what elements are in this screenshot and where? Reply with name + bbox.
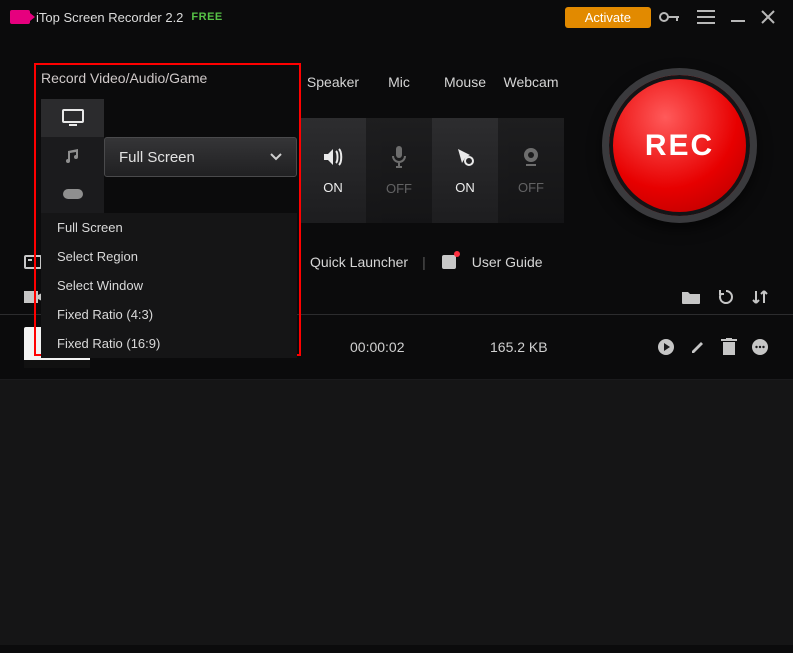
user-guide-link[interactable]: User Guide xyxy=(472,254,543,270)
toggle-mic-button[interactable]: OFF xyxy=(366,118,432,223)
option-select-region[interactable]: Select Region xyxy=(41,242,297,271)
monitor-icon xyxy=(62,109,84,127)
cursor-icon xyxy=(454,146,476,168)
record-button[interactable]: REC xyxy=(602,68,757,223)
notification-dot-icon xyxy=(454,251,460,257)
toggle-mouse: Mouse ON xyxy=(432,74,498,223)
mic-icon xyxy=(390,145,408,169)
option-select-window[interactable]: Select Window xyxy=(41,271,297,300)
title-bar: iTop Screen Recorder 2.2 FREE Activate xyxy=(0,0,793,34)
option-fixed-16-9[interactable]: Fixed Ratio (16:9) xyxy=(41,329,297,358)
capture-mode-value: Full Screen xyxy=(119,149,195,166)
toggle-webcam-state: OFF xyxy=(518,180,544,195)
option-full-screen[interactable]: Full Screen xyxy=(41,213,297,242)
music-note-icon xyxy=(64,147,82,165)
toggle-mic: Mic OFF xyxy=(366,74,432,223)
toggle-mic-state: OFF xyxy=(386,181,412,196)
divider: | xyxy=(422,254,426,270)
app-logo xyxy=(10,10,30,24)
controls-row: Speaker ON Mic OFF Mouse ON Webcam OFF R… xyxy=(0,34,793,223)
user-guide-icon xyxy=(440,253,458,271)
tab-game[interactable] xyxy=(41,175,104,213)
delete-button[interactable] xyxy=(721,338,737,356)
free-badge: FREE xyxy=(191,11,222,23)
tools-icon[interactable] xyxy=(24,253,42,271)
toggle-mouse-button[interactable]: ON xyxy=(432,118,498,223)
toggle-webcam-button[interactable]: OFF xyxy=(498,118,564,223)
capture-mode-select[interactable]: Full Screen xyxy=(104,137,297,177)
recording-size: 165.2 KB xyxy=(490,339,630,355)
volume-icon xyxy=(321,146,345,168)
source-tabs xyxy=(41,99,104,213)
camera-icon xyxy=(10,10,30,24)
capture-mode-dropdown: Full Screen Select Region Select Window … xyxy=(41,213,297,358)
tab-audio[interactable] xyxy=(41,137,104,175)
recording-duration: 00:00:02 xyxy=(350,339,490,355)
quick-launcher-link[interactable]: Quick Launcher xyxy=(310,254,408,270)
minimize-button[interactable] xyxy=(723,6,753,28)
toggle-webcam: Webcam OFF xyxy=(498,74,564,223)
toggle-speaker-state: ON xyxy=(323,180,343,195)
menu-icon[interactable] xyxy=(689,6,723,28)
open-folder-button[interactable] xyxy=(681,288,701,306)
webcam-icon xyxy=(520,146,542,168)
sort-button[interactable] xyxy=(751,288,769,306)
close-button[interactable] xyxy=(753,6,783,28)
option-fixed-4-3[interactable]: Fixed Ratio (4:3) xyxy=(41,300,297,329)
app-title: iTop Screen Recorder 2.2 xyxy=(36,10,183,25)
toggle-speaker-label: Speaker xyxy=(300,74,366,98)
panel-title: Record Video/Audio/Game xyxy=(41,70,207,86)
refresh-button[interactable] xyxy=(717,288,735,306)
gamepad-icon xyxy=(62,187,84,201)
key-icon[interactable] xyxy=(651,6,689,28)
toggle-speaker-button[interactable]: ON xyxy=(300,118,366,223)
toggle-webcam-label: Webcam xyxy=(498,74,564,98)
empty-area xyxy=(0,380,793,645)
activate-button[interactable]: Activate xyxy=(565,7,651,28)
play-button[interactable] xyxy=(657,338,675,356)
more-button[interactable] xyxy=(751,338,769,356)
toggle-mic-label: Mic xyxy=(366,74,432,98)
toggle-mouse-label: Mouse xyxy=(432,74,498,98)
tab-screen[interactable] xyxy=(41,99,104,137)
toggle-speaker: Speaker ON xyxy=(300,74,366,223)
toggle-mouse-state: ON xyxy=(455,180,475,195)
edit-button[interactable] xyxy=(689,338,707,356)
chevron-down-icon xyxy=(270,153,282,161)
